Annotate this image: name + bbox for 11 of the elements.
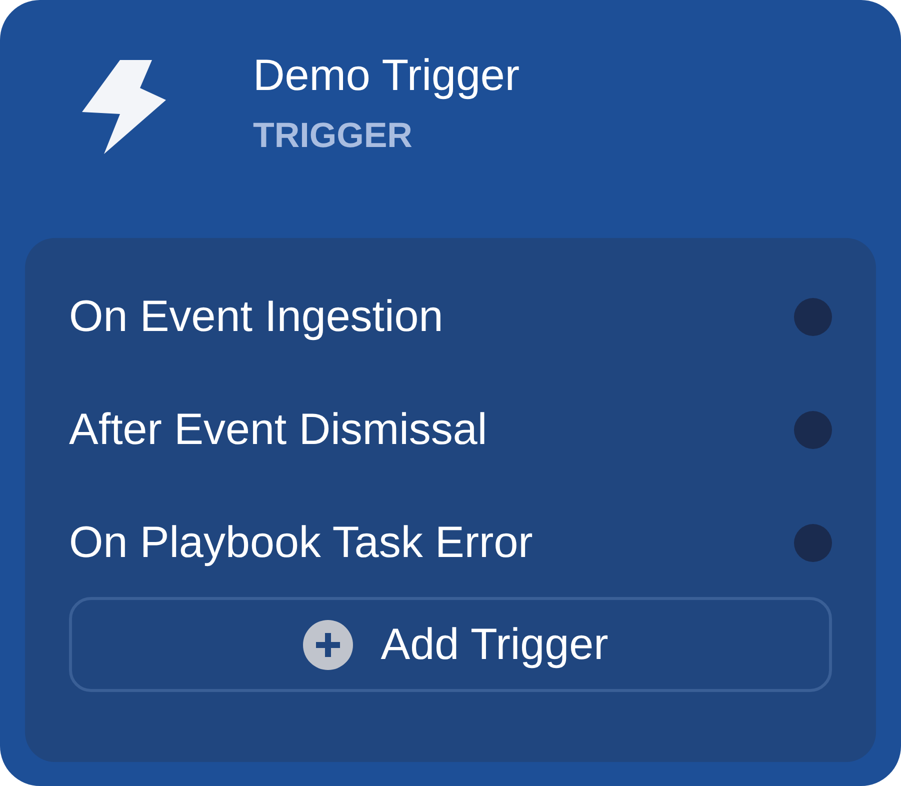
add-trigger-button[interactable]: Add Trigger (69, 597, 832, 692)
node-title: Demo Trigger (253, 50, 520, 102)
trigger-label: On Event Ingestion (69, 290, 444, 342)
lightning-bolt-icon (82, 60, 166, 154)
connection-handle[interactable] (794, 410, 832, 448)
plus-icon (302, 620, 353, 670)
trigger-label: On Playbook Task Error (69, 516, 533, 568)
connection-handle[interactable] (794, 524, 832, 562)
trigger-label: After Event Dismissal (69, 404, 488, 456)
node-type-label: TRIGGER (253, 116, 414, 156)
connection-handle[interactable] (794, 298, 832, 336)
